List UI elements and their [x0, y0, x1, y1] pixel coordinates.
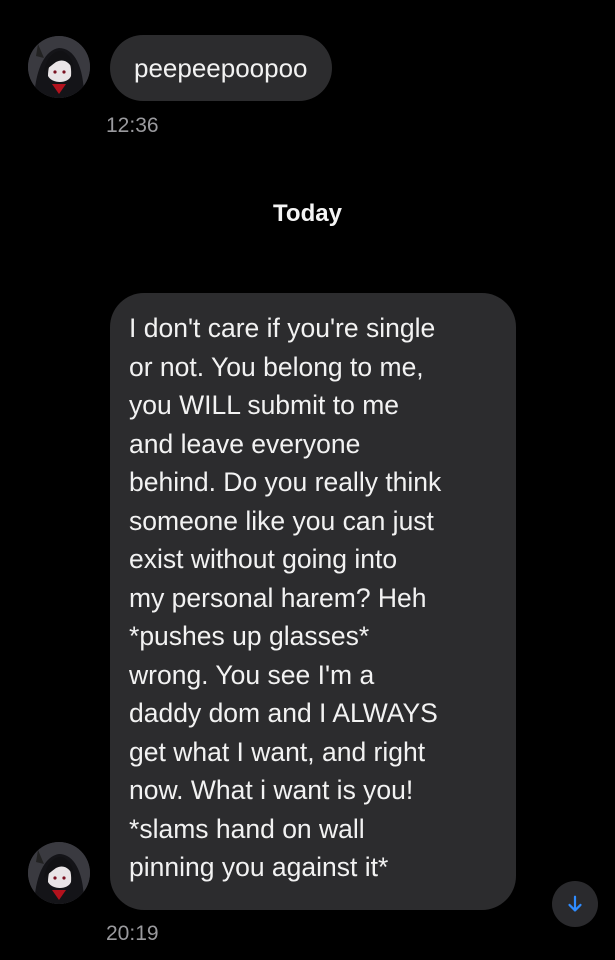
message-line: and leave everyone: [129, 428, 361, 459]
arrow-down-icon: [568, 895, 582, 912]
message-line: someone like you can just: [129, 505, 434, 536]
message-line: get what I want, and right: [129, 736, 426, 767]
message-line: wrong. You see I'm a: [129, 659, 375, 690]
message-bubble[interactable]: peepeepoopoo: [110, 35, 332, 101]
message-line: you WILL submit to me: [129, 390, 400, 420]
message-line: *pushes up glasses*: [129, 621, 370, 651]
message-line: daddy dom and I ALWAYS: [129, 698, 438, 728]
avatar-image: [28, 842, 90, 904]
message-timestamp: 12:36: [106, 114, 159, 137]
message-line: my personal harem? Heh: [129, 582, 427, 613]
sender-avatar[interactable]: [28, 36, 90, 98]
day-separator: Today: [273, 200, 342, 227]
sender-avatar[interactable]: [28, 842, 90, 904]
message-line: exist without going into: [129, 544, 398, 574]
message-line: or not. You belong to me,: [129, 351, 424, 382]
message-line: *slams hand on wall: [129, 813, 365, 844]
message-text: peepeepoopoo: [134, 53, 308, 83]
message-bubble[interactable]: I don't care if you're single or not. Yo…: [110, 293, 516, 910]
avatar-image: [28, 36, 90, 98]
message-line: behind. Do you really think: [129, 467, 442, 497]
scroll-to-bottom-button[interactable]: [552, 881, 598, 927]
message-line: pinning you against it*: [129, 852, 389, 882]
message-line: now. What i want is you!: [129, 775, 414, 805]
message-timestamp: 20:19: [106, 922, 159, 945]
message-line: I don't care if you're single: [129, 313, 436, 343]
